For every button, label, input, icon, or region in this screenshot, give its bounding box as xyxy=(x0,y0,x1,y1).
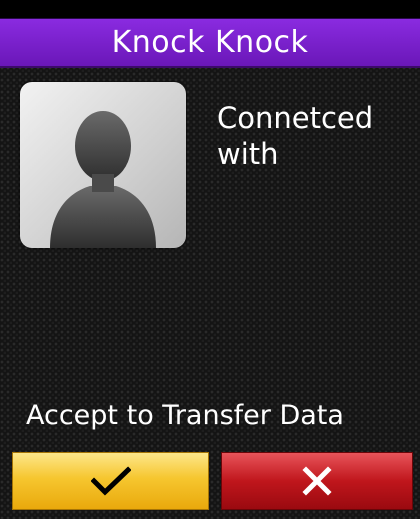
decline-button[interactable] xyxy=(221,452,413,510)
page-title: Knock Knock xyxy=(111,25,309,60)
connection-status-line1: Connetced xyxy=(217,101,374,135)
checkmark-icon xyxy=(90,466,131,496)
person-silhouette-icon xyxy=(50,111,156,248)
contact-avatar xyxy=(20,82,186,248)
connection-status-line2: with xyxy=(217,137,279,171)
top-strip xyxy=(0,0,420,18)
knock-knock-screen: Knock Knock Connetced with Accept to Tra… xyxy=(0,0,420,519)
transfer-prompt: Accept to Transfer Data xyxy=(26,400,344,431)
accept-button[interactable] xyxy=(12,452,209,510)
title-bar: Knock Knock xyxy=(0,18,420,68)
close-x-icon xyxy=(302,466,332,496)
connection-status: Connetced with xyxy=(217,100,407,172)
